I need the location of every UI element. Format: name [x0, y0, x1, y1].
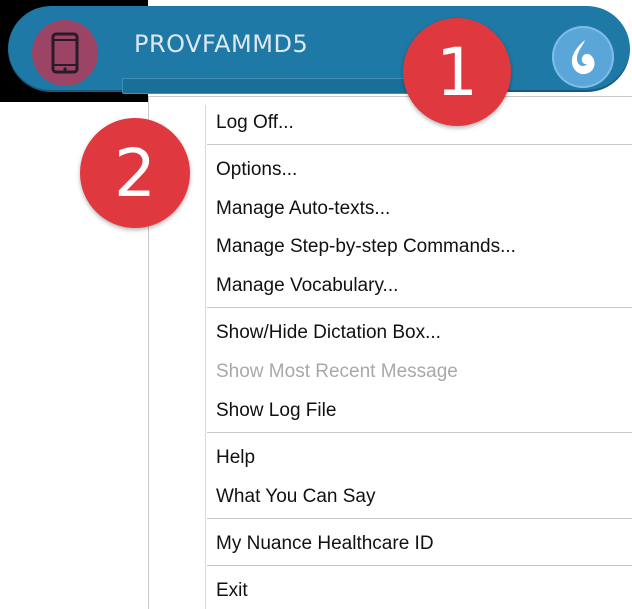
microphone-device-button[interactable]	[32, 20, 98, 86]
menu-separator	[207, 307, 632, 308]
dragon-flame-icon	[571, 40, 595, 75]
menu-separator	[207, 432, 632, 433]
menu-separator	[207, 144, 632, 145]
menu-item-show-hide-dictation-box[interactable]: Show/Hide Dictation Box...	[216, 321, 441, 345]
menu-item-help[interactable]: Help	[216, 446, 255, 470]
menu-item-manage-auto-texts[interactable]: Manage Auto-texts...	[216, 197, 390, 221]
menu-item-exit[interactable]: Exit	[216, 579, 248, 603]
volume-level-bar	[122, 78, 434, 94]
menu-icon-gutter	[205, 105, 206, 609]
menu-item-log-off[interactable]: Log Off...	[216, 111, 294, 135]
smartphone-icon	[51, 32, 79, 74]
menu-item-what-you-can-say[interactable]: What You Can Say	[216, 485, 376, 509]
dragon-menu-button[interactable]	[552, 26, 614, 88]
callout-marker-1: 1	[403, 18, 511, 126]
dragon-toolbar: PROVFAMMD5	[8, 6, 630, 94]
callout-marker-2: 2	[80, 118, 190, 228]
menu-item-manage-vocabulary[interactable]: Manage Vocabulary...	[216, 274, 398, 298]
menu-item-manage-step-by-step-commands[interactable]: Manage Step-by-step Commands...	[216, 235, 516, 259]
dragon-context-menu: Log Off... Options... Manage Auto-texts.…	[148, 96, 632, 609]
menu-item-my-nuance-healthcare-id[interactable]: My Nuance Healthcare ID	[216, 532, 434, 556]
user-name-label: PROVFAMMD5	[134, 30, 309, 58]
menu-item-show-log-file[interactable]: Show Log File	[216, 399, 336, 423]
menu-item-options[interactable]: Options...	[216, 158, 297, 182]
menu-item-show-most-recent-message: Show Most Recent Message	[216, 361, 458, 382]
menu-separator	[207, 565, 632, 566]
menu-separator	[207, 518, 632, 519]
screenshot-stage: PROVFAMMD5 Log Off... Options... Manage …	[0, 0, 632, 609]
